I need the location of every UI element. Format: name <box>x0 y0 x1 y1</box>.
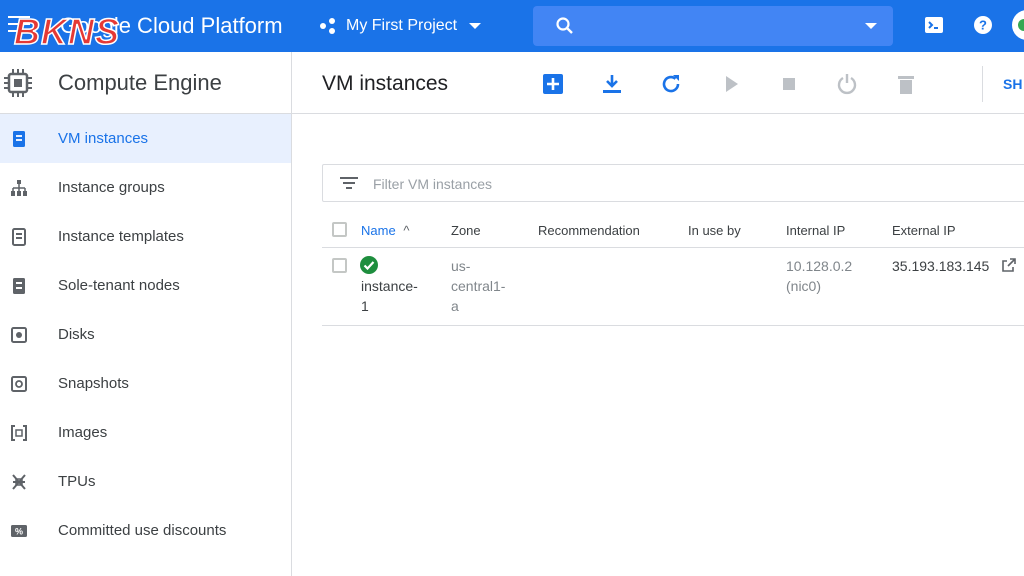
toolbar-divider <box>982 66 983 102</box>
zone-line: central1- <box>451 278 506 294</box>
table-row[interactable]: instance- 1 us- central1- a 10.128.0.2 (… <box>322 248 1024 326</box>
filter-input[interactable] <box>373 174 773 194</box>
sidebar-item-snapshots[interactable]: Snapshots <box>0 359 291 408</box>
refresh-button[interactable] <box>659 72 683 96</box>
sidebar-item-disks[interactable]: Disks <box>0 310 291 359</box>
import-vm-button[interactable] <box>600 72 624 96</box>
top-app-bar: Google Cloud Platform BKNS My First Proj… <box>0 0 1024 64</box>
external-link-icon[interactable] <box>1002 258 1016 272</box>
instance-name-line: 1 <box>361 298 369 314</box>
page-title: VM instances <box>322 72 449 95</box>
vm-instances-icon <box>13 131 25 147</box>
discount-icon: % <box>11 525 27 537</box>
internal-ip-nic: (nic0) <box>786 278 822 294</box>
sidebar-item-label: Committed use discounts <box>58 522 227 539</box>
svg-text:?: ? <box>979 18 987 33</box>
instance-name-line: instance- <box>361 278 418 294</box>
instance-external-ip[interactable]: 35.193.183.145 <box>892 256 989 276</box>
instance-name-link[interactable]: instance- 1 <box>361 276 418 316</box>
vm-instances-table: Name ^ Zone Recommendation In use by Int… <box>322 212 1024 326</box>
search-chevron-down-icon[interactable] <box>865 23 877 29</box>
column-header-in-use-by[interactable]: In use by <box>688 223 741 238</box>
bkns-logo-text: BKNS <box>13 11 121 53</box>
filter-icon <box>340 177 358 191</box>
disk-icon <box>11 327 27 343</box>
sidebar-item-instance-templates[interactable]: Instance templates <box>0 212 291 261</box>
sidebar-item-vm-instances[interactable]: VM instances <box>0 114 291 163</box>
column-header-name[interactable]: Name ^ <box>361 223 409 238</box>
table-header: Name ^ Zone Recommendation In use by Int… <box>322 212 1024 248</box>
project-name: My First Project <box>346 17 458 34</box>
filter-bar[interactable] <box>322 164 1024 202</box>
status-running-icon <box>360 256 378 274</box>
search-icon <box>556 17 573 34</box>
sidebar-item-images[interactable]: Images <box>0 408 291 457</box>
create-instance-button[interactable] <box>541 72 565 96</box>
show-info-panel-button[interactable]: SH <box>1003 76 1022 92</box>
compute-engine-chip-icon <box>4 68 32 97</box>
sort-ascending-icon: ^ <box>403 223 410 238</box>
instance-zone: us- central1- a <box>451 256 505 316</box>
sidebar-item-label: Instance groups <box>58 179 165 196</box>
sidebar-item-instance-groups[interactable]: Instance groups <box>0 163 291 212</box>
delete-button[interactable] <box>894 72 918 96</box>
column-header-recommendation[interactable]: Recommendation <box>538 223 640 238</box>
cloud-shell-icon[interactable] <box>923 14 945 36</box>
start-button[interactable] <box>719 72 743 96</box>
column-header-internal-ip[interactable]: Internal IP <box>786 223 845 238</box>
sidebar: Compute Engine VM instances Instance gro… <box>0 52 292 576</box>
sidebar-header: Compute Engine <box>0 52 291 114</box>
project-picker[interactable]: My First Project <box>320 12 482 40</box>
sidebar-item-committed-use-discounts[interactable]: % Committed use discounts <box>0 506 291 555</box>
chevron-down-icon <box>469 23 482 29</box>
zone-line: us- <box>451 258 471 274</box>
sidebar-item-sole-tenant-nodes[interactable]: Sole-tenant nodes <box>0 261 291 310</box>
help-icon[interactable]: ? <box>972 14 994 36</box>
row-checkbox[interactable] <box>332 258 347 273</box>
snapshot-icon <box>11 376 27 392</box>
sidebar-item-label: VM instances <box>58 130 149 147</box>
tpu-icon <box>12 474 26 490</box>
zone-line: a <box>451 298 459 314</box>
search-bar[interactable] <box>533 6 893 46</box>
sidebar-item-label: Images <box>58 424 108 441</box>
sidebar-item-label: Disks <box>58 326 95 343</box>
images-icon <box>11 425 27 441</box>
reset-power-button[interactable] <box>835 72 859 96</box>
stop-button[interactable] <box>777 72 801 96</box>
sidebar-item-tpus[interactable]: TPUs <box>0 457 291 506</box>
sidebar-item-label: TPUs <box>58 473 96 490</box>
sidebar-nav: VM instances Instance groups Instance te… <box>0 114 291 555</box>
page-toolbar: VM instances SH <box>292 52 1024 114</box>
sidebar-item-label: Instance templates <box>58 228 184 245</box>
instance-groups-icon <box>11 180 27 196</box>
internal-ip-value: 10.128.0.2 <box>786 258 853 274</box>
search-input[interactable] <box>583 14 843 38</box>
account-avatar[interactable] <box>1012 10 1024 40</box>
instance-internal-ip: 10.128.0.2 (nic0) <box>786 256 852 296</box>
instance-templates-icon <box>12 228 26 246</box>
column-header-zone[interactable]: Zone <box>451 223 481 238</box>
main-content: VM instances SH Filter VM instances Name… <box>292 52 1024 576</box>
sidebar-item-label: Snapshots <box>58 375 129 392</box>
product-title: Compute Engine <box>58 69 222 95</box>
column-header-external-ip[interactable]: External IP <box>892 223 956 238</box>
sidebar-item-label: Sole-tenant nodes <box>58 277 180 294</box>
column-header-name-label: Name <box>361 223 396 238</box>
project-dots-icon <box>320 17 338 35</box>
select-all-checkbox[interactable] <box>332 222 347 237</box>
svg-text:%: % <box>15 527 23 537</box>
sole-tenant-icon <box>13 278 25 294</box>
